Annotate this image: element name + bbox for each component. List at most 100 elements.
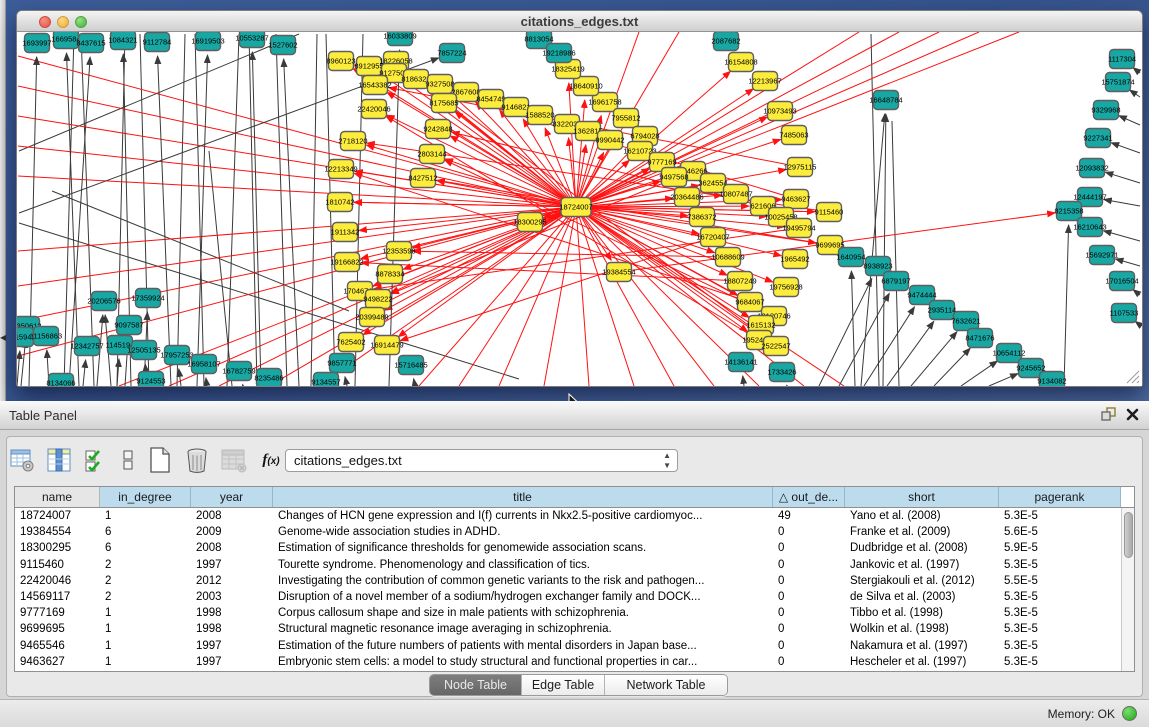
graph-node[interactable]: 8427512 [408,169,437,188]
graph-node[interactable]: 12213349 [324,160,357,179]
table-cell[interactable]: 0 [773,559,845,571]
graph-node[interactable]: 10973493 [763,102,796,121]
graph-node[interactable]: 16210643 [1073,218,1106,237]
rows-icon[interactable] [119,446,137,474]
graph-node[interactable]: 10807487 [719,185,752,204]
graph-node[interactable]: 7857224 [437,44,466,63]
new-document-icon[interactable] [146,446,174,474]
network-window[interactable]: citations_edges.txt 18724007896012389129… [16,10,1143,387]
west-panel-grip[interactable]: ◀ [0,0,6,401]
graph-node[interactable]: 1911342 [331,223,360,242]
graph-node[interactable]: 6879197 [881,272,910,291]
graph-node[interactable]: 1527602 [268,36,297,55]
graph-node[interactable]: 18300295 [513,213,546,232]
table-cell[interactable]: 5.9E-5 [999,542,1121,554]
graph-node[interactable]: 18807249 [723,272,756,291]
table-cell[interactable]: 0 [773,640,845,652]
table-cell[interactable]: Franke et al. (2009) [845,526,999,538]
graph-node[interactable]: 1965492 [780,250,809,269]
table-cell[interactable]: 5.3E-5 [999,559,1121,571]
table-cell[interactable]: Estimation of the future numbers of pati… [273,640,773,652]
table-cell[interactable]: 0 [773,575,845,587]
graph-node[interactable]: 8471676 [965,329,994,348]
column-header-title[interactable]: title [273,487,773,507]
graph-node[interactable]: 14136141 [724,353,757,372]
graph-node[interactable]: 9684067 [735,293,764,312]
table-row[interactable]: 969969511998Structural magnetic resonanc… [15,621,1134,637]
table-scrollbar[interactable] [1121,508,1134,671]
graph-node[interactable]: 12505135 [127,341,160,360]
table-cell[interactable]: 9463627 [15,656,100,668]
graph-node[interactable]: 8175685 [429,94,458,113]
table-cell[interactable]: 9465546 [15,640,100,652]
table-cell[interactable]: Estimation of significance thresholds fo… [273,542,773,554]
column-header-in_degree[interactable]: in_degree [100,487,191,507]
graph-node[interactable]: 19756928 [769,278,802,297]
table-cell[interactable]: 1997 [191,559,273,571]
table-cell[interactable]: Embryonic stem cells: a model to study s… [273,656,773,668]
table-row[interactable]: 977716911998Corpus callosum shape and si… [15,605,1134,621]
table-cell[interactable]: Nakamura et al. (1997) [845,640,999,652]
graph-node[interactable]: 9242848 [423,120,452,139]
table-cell[interactable]: 1998 [191,607,273,619]
graph-node[interactable]: 10688609 [711,248,744,267]
graph-node[interactable]: 16958107 [187,355,220,374]
graph-node[interactable]: 16648784 [869,91,902,110]
table-cell[interactable]: 0 [773,526,845,538]
graph-node[interactable]: 15751874 [1101,73,1134,92]
table-cell[interactable]: 2003 [191,591,273,603]
graph-node[interactable]: 17359924 [131,289,164,308]
graph-node[interactable]: 11156863 [30,327,62,346]
table-row[interactable]: 946362711997Embryonic stem cells: a mode… [15,654,1134,670]
graph-node[interactable]: 8134066 [46,374,75,387]
table-row[interactable]: 1938455462009Genome-wide association stu… [15,524,1134,540]
table-cell[interactable]: 1 [100,656,191,668]
table-body[interactable]: 1872400712008Changes of HCN gene express… [15,508,1134,670]
graph-node[interactable]: 9097587 [114,316,143,335]
table-cell[interactable]: 2 [100,559,191,571]
graph-node[interactable]: 12975115 [784,158,817,177]
graph-node[interactable]: 7485063 [779,126,808,145]
graph-node[interactable]: 16154808 [724,53,757,72]
graph-node[interactable]: 20364486 [670,188,703,207]
graph-node[interactable]: 2522547 [761,337,790,356]
graph-node[interactable]: 2718120 [338,132,367,151]
graph-node[interactable]: 8878334 [375,265,404,284]
table-cell[interactable]: 5.3E-5 [999,623,1121,635]
table-cell[interactable]: 0 [773,542,845,554]
table-row[interactable]: 2242004622012Investigating the contribut… [15,573,1134,589]
table-cell[interactable]: 1 [100,510,191,522]
table-cell[interactable]: 0 [773,591,845,603]
table-cell[interactable]: 18724007 [15,510,100,522]
table-cell[interactable]: 49 [773,510,845,522]
graph-node[interactable]: 9497568 [659,168,688,187]
table-cell[interactable]: Investigating the contribution of common… [273,575,773,587]
graph-node[interactable]: 18640910 [569,77,602,96]
graph-node[interactable]: 20399489 [355,308,388,327]
table-cell[interactable]: 22420046 [15,575,100,587]
graph-node[interactable]: 10553287 [235,32,268,48]
table-cell[interactable]: 19384554 [15,526,100,538]
table-cell[interactable]: Structural magnetic resonance image aver… [273,623,773,635]
graph-node[interactable]: 20206576 [87,292,120,311]
graph-node[interactable]: 9498222 [363,290,392,309]
table-cell[interactable]: Jankovic et al. (1997) [845,559,999,571]
table-cell[interactable]: 9699695 [15,623,100,635]
graph-node[interactable]: 19166822 [330,253,363,272]
float-panel-icon[interactable] [1101,407,1116,421]
graph-node[interactable]: 7955812 [611,109,640,128]
table-cell[interactable]: 2 [100,575,191,587]
node-table[interactable]: namein_degreeyeartitle△ out_de...shortpa… [14,486,1135,672]
table-cell[interactable]: Corpus callosum shape and size in male p… [273,607,773,619]
table-cell[interactable]: 5.3E-5 [999,640,1121,652]
table-type-tabs[interactable]: Node TableEdge TableNetwork Table [429,674,728,696]
select-column-icon[interactable] [45,446,73,474]
graph-node[interactable]: 9112784 [143,33,172,52]
table-cell[interactable]: Hescheler et al. (1997) [845,656,999,668]
table-cell[interactable]: 6 [100,542,191,554]
graph-node[interactable]: 2803144 [417,145,446,164]
graph-node[interactable]: 16720407 [696,228,729,247]
network-window-titlebar[interactable]: citations_edges.txt [17,11,1142,32]
graph-node[interactable]: 1084321 [108,32,137,50]
tab-edge-table[interactable]: Edge Table [522,675,605,695]
